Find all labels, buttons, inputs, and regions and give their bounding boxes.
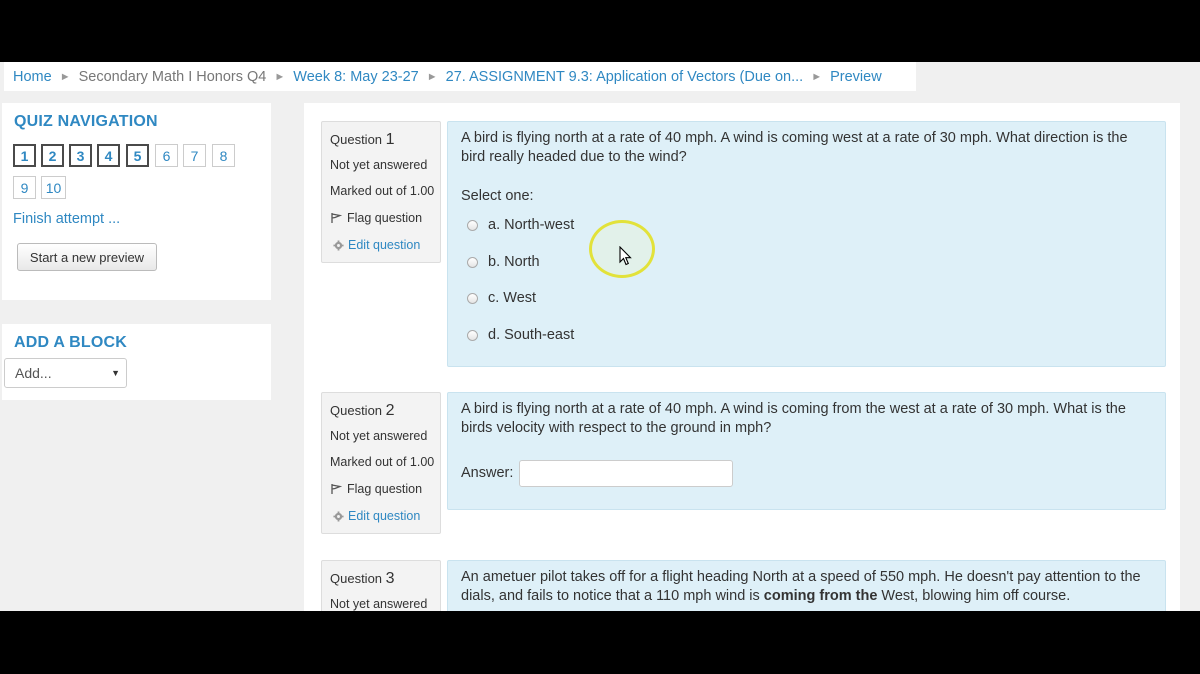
breadcrumb-separator-icon: ► xyxy=(811,70,823,83)
option-label: a. North-west xyxy=(488,217,575,233)
quiz-nav-button-3[interactable]: 3 xyxy=(69,144,92,167)
question-2-number: Question 2 xyxy=(330,402,395,420)
quiz-nav-button-1[interactable]: 1 xyxy=(13,144,36,167)
quiz-main-region: Question 1 Not yet answered Marked out o… xyxy=(304,103,1180,611)
question-3-status: Not yet answered xyxy=(330,597,428,611)
finish-attempt-link[interactable]: Finish attempt ... xyxy=(13,211,120,227)
breadcrumb-separator-icon: ► xyxy=(274,70,286,83)
quiz-navigation-title: QUIZ NAVIGATION xyxy=(14,113,158,130)
flag-question-label: Flag question xyxy=(347,482,423,496)
question-2-content: A bird is flying north at a rate of 40 m… xyxy=(447,392,1166,510)
quiz-nav-button-7[interactable]: 7 xyxy=(183,144,206,167)
option-label: d. South-east xyxy=(488,327,575,343)
flag-icon xyxy=(331,213,342,223)
question-2-marks: Marked out of 1.00 xyxy=(330,455,435,469)
quiz-nav-button-10[interactable]: 10 xyxy=(41,176,66,199)
question-number: 3 xyxy=(385,570,395,587)
question-2-status: Not yet answered xyxy=(330,429,428,443)
radio-button[interactable] xyxy=(467,219,478,231)
breadcrumb-assignment[interactable]: 27. ASSIGNMENT 9.3: Application of Vecto… xyxy=(446,69,804,85)
add-block-select[interactable]: Add... ▼ xyxy=(4,358,127,388)
question-2-answer-input[interactable] xyxy=(519,460,733,487)
flag-question-label: Flag question xyxy=(347,211,423,225)
gear-icon xyxy=(333,239,344,251)
question-1-marks: Marked out of 1.00 xyxy=(330,184,435,198)
question-3-text-bold: coming from the xyxy=(763,588,878,604)
quiz-nav-button-6[interactable]: 6 xyxy=(155,144,178,167)
question-1-content: A bird is flying north at a rate of 40 m… xyxy=(447,121,1166,367)
radio-button[interactable] xyxy=(467,292,478,304)
add-block-title: ADD A BLOCK xyxy=(14,334,128,351)
question-3-text: An ametuer pilot takes off for a flight … xyxy=(461,568,1151,606)
edit-question-label: Edit question xyxy=(348,509,421,523)
question-2-flag[interactable]: Flag question xyxy=(330,482,422,496)
question-2-answer-label: Answer: xyxy=(461,465,514,481)
breadcrumb-week[interactable]: Week 8: May 23-27 xyxy=(293,69,418,85)
question-1-option-c[interactable]: c. West xyxy=(467,290,536,306)
question-3-text-part: West, blowing him off course. xyxy=(877,588,1071,604)
edit-question-label: Edit question xyxy=(348,238,421,252)
quiz-nav-button-4[interactable]: 4 xyxy=(97,144,120,167)
question-1-edit[interactable]: Edit question xyxy=(333,238,420,252)
gear-icon xyxy=(333,510,344,522)
question-number: 1 xyxy=(385,131,395,148)
breadcrumb-preview[interactable]: Preview xyxy=(830,69,882,85)
mouse-cursor-icon xyxy=(619,246,632,266)
question-1-flag[interactable]: Flag question xyxy=(330,211,422,225)
start-new-preview-button[interactable]: Start a new preview xyxy=(17,243,157,271)
quiz-navigation-block: QUIZ NAVIGATION 1 2 3 4 5 6 7 8 9 10 Fin… xyxy=(2,103,271,300)
add-block-select-value: Add... xyxy=(15,365,52,381)
browser-viewport: Home ► Secondary Math I Honors Q4 ► Week… xyxy=(0,62,1200,611)
question-1-text: A bird is flying north at a rate of 40 m… xyxy=(461,130,1128,165)
question-1-prompt: Select one: xyxy=(461,188,534,204)
question-1-option-b[interactable]: b. North xyxy=(467,254,540,270)
question-label: Question xyxy=(330,132,383,147)
quiz-nav-button-2[interactable]: 2 xyxy=(41,144,64,167)
question-label: Question xyxy=(330,571,383,586)
breadcrumb-course[interactable]: Secondary Math I Honors Q4 xyxy=(79,69,267,85)
question-label: Question xyxy=(330,403,383,418)
breadcrumb-home[interactable]: Home xyxy=(13,69,52,85)
question-1-status: Not yet answered xyxy=(330,158,428,172)
question-2-info: Question 2 Not yet answered Marked out o… xyxy=(321,392,441,534)
question-1-option-d[interactable]: d. South-east xyxy=(467,327,574,343)
breadcrumb: Home ► Secondary Math I Honors Q4 ► Week… xyxy=(4,62,916,91)
quiz-nav-button-8[interactable]: 8 xyxy=(212,144,235,167)
question-1-number: Question 1 xyxy=(330,131,395,149)
question-number: 2 xyxy=(385,402,395,419)
question-3-info: Question 3 Not yet answered xyxy=(321,560,441,611)
breadcrumb-separator-icon: ► xyxy=(426,70,438,83)
radio-button[interactable] xyxy=(467,329,478,341)
option-label: c. West xyxy=(488,290,537,306)
add-block-panel: ADD A BLOCK Add... ▼ xyxy=(2,324,271,400)
question-2-text: A bird is flying north at a rate of 40 m… xyxy=(461,401,1126,436)
question-1-option-a[interactable]: a. North-west xyxy=(467,217,574,233)
quiz-nav-button-9[interactable]: 9 xyxy=(13,176,36,199)
question-2-edit[interactable]: Edit question xyxy=(333,509,420,523)
question-3-number: Question 3 xyxy=(330,570,395,588)
flag-icon xyxy=(331,484,342,494)
chevron-down-icon: ▼ xyxy=(111,368,120,378)
breadcrumb-separator-icon: ► xyxy=(59,70,71,83)
quiz-nav-button-5[interactable]: 5 xyxy=(126,144,149,167)
question-3-content: An ametuer pilot takes off for a flight … xyxy=(447,560,1166,611)
radio-button[interactable] xyxy=(467,256,478,268)
question-1-info: Question 1 Not yet answered Marked out o… xyxy=(321,121,441,263)
option-label: b. North xyxy=(488,254,540,270)
